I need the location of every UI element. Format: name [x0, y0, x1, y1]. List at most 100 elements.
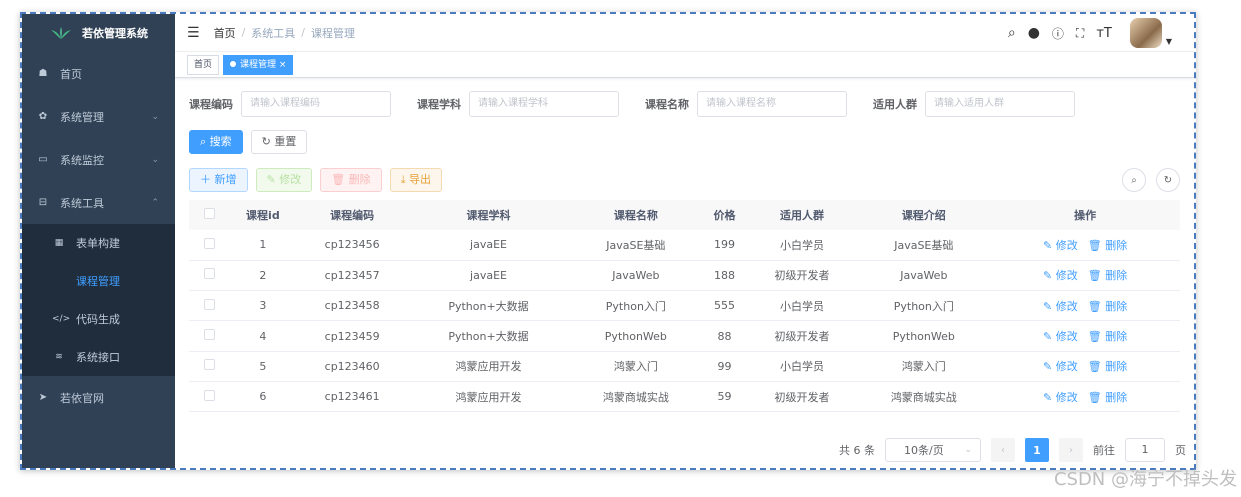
row-edit-button[interactable]: ✎ 修改	[1043, 391, 1078, 404]
add-button[interactable]: ＋ 新增	[189, 168, 248, 192]
chevron-icon: ⌃	[151, 197, 159, 208]
tag-course-management[interactable]: 课程管理 ×	[223, 54, 294, 75]
add-button-label: 新增	[214, 173, 237, 186]
row-actions: ✎ 修改 🗑 删除	[990, 381, 1180, 413]
table-header-row: 课程id 课程编码 课程学科 课程名称 价格 适用人群 课程介绍 操作	[189, 200, 1180, 230]
api-icon: ≋	[55, 352, 63, 362]
caret-down-icon[interactable]: ▼	[1166, 37, 1172, 46]
fullscreen-icon[interactable]: ⛶	[1076, 26, 1084, 41]
table-row: 6 cp123461 鸿蒙应用开发 鸿蒙商城实战 59 初级开发者 鸿蒙商城实战 ✎ 修改 🗑 …	[189, 381, 1180, 413]
close-icon[interactable]: ×	[279, 60, 287, 70]
table-cell: 59	[702, 381, 747, 413]
table-cell: cp123461	[296, 381, 408, 413]
row-delete-button[interactable]: 🗑 删除	[1088, 300, 1127, 313]
github-icon[interactable]: ●	[1028, 25, 1040, 41]
watermark: CSDN @海宁不掉头发	[1053, 469, 1237, 490]
sidebar-item-code-generation[interactable]: </> 代码生成	[22, 300, 175, 338]
table-cell: 5	[229, 351, 297, 382]
row-delete-label: 删除	[1105, 299, 1128, 313]
row-checkbox[interactable]	[203, 359, 215, 371]
sidebar-item-form-builder[interactable]: ▦ 表单构建	[22, 224, 175, 262]
row-edit-button[interactable]: ✎ 修改	[1043, 360, 1078, 373]
course-subject-input[interactable]: 请输入课程学科	[469, 91, 619, 117]
page-suffix: 页	[1175, 444, 1186, 457]
trash-icon: 🗑	[1087, 299, 1106, 313]
course-name-input[interactable]: 请输入课程名称	[697, 91, 847, 117]
row-checkbox[interactable]	[203, 298, 215, 310]
table-cell: 鸿蒙入门	[857, 351, 991, 382]
sidebar-item-home[interactable]: ☗ 首页	[22, 52, 175, 95]
avatar[interactable]	[1129, 18, 1162, 48]
search-icon[interactable]: ⌕	[1008, 25, 1016, 41]
row-checkbox[interactable]	[203, 329, 215, 341]
row-edit-button[interactable]: ✎ 修改	[1043, 239, 1078, 252]
row-delete-button[interactable]: 🗑 删除	[1088, 360, 1127, 373]
row-edit-label: 修改	[1055, 330, 1078, 344]
next-page-button[interactable]: ›	[1059, 438, 1083, 462]
help-icon[interactable]: ⓘ	[1052, 25, 1064, 42]
refresh-icon: ↻	[261, 135, 275, 148]
sidebar-item-label: 首页	[60, 67, 82, 81]
reset-button[interactable]: ↻ 重置	[250, 130, 308, 154]
table-cell: 199	[702, 230, 747, 261]
row-edit-button[interactable]: ✎ 修改	[1043, 330, 1078, 343]
app-window: 若依管理系统 ☗ 首页 ✿ 系统管理 ⌄ ▭ 系统监控 ⌄ ⊟ 系统工具 ⌃ ▦ 表单构建课程管理 </…	[20, 12, 1196, 470]
tag-home[interactable]: 首页	[187, 54, 220, 75]
page-number-current[interactable]: 1	[1025, 438, 1049, 462]
sidebar-item-system-tools[interactable]: ⊟ 系统工具 ⌃	[22, 181, 175, 224]
export-button[interactable]: ⤓ 导出	[389, 168, 443, 192]
trash-icon: 🗑	[1087, 238, 1106, 252]
hamburger-icon[interactable]: ☰	[187, 25, 200, 41]
search-button-label: 搜索	[209, 135, 232, 148]
sidebar-item-system-api[interactable]: ≋ 系统接口	[22, 338, 175, 376]
table-cell: 188	[702, 260, 747, 292]
table-cell: cp123457	[296, 260, 408, 292]
main-area: ☰ 首页 / 系统工具 / 课程管理 ⌕ ● ⓘ ⛶ тT ▼ 首页 课程管理 …	[175, 14, 1194, 468]
delete-button[interactable]: 🗑 删除	[320, 168, 382, 192]
search-button[interactable]: ⌕ 搜索	[189, 130, 243, 154]
sidebar-item-label: 若依官网	[60, 391, 104, 405]
edit-button[interactable]: ✎ 修改	[255, 168, 313, 192]
table-cell: 6	[229, 381, 297, 413]
edit-icon: ✎	[1043, 330, 1056, 344]
select-all-checkbox[interactable]	[203, 208, 215, 219]
course-subject-label: 课程学科	[417, 98, 461, 111]
row-delete-button[interactable]: 🗑 删除	[1088, 239, 1127, 252]
row-delete-button[interactable]: 🗑 删除	[1088, 391, 1127, 404]
target-audience-input[interactable]: 请输入适用人群	[925, 91, 1075, 117]
table-cell: 小白学员	[746, 230, 858, 261]
edit-icon: ✎	[1043, 390, 1056, 404]
sidebar-item-ruoyi-site[interactable]: ➤ 若依官网	[22, 376, 175, 419]
page-size-select[interactable]: 10条/页 ⌄	[885, 438, 981, 462]
goto-page-input[interactable]: 1	[1125, 438, 1165, 462]
row-delete-button[interactable]: 🗑 删除	[1088, 269, 1127, 282]
row-edit-button[interactable]: ✎ 修改	[1043, 300, 1078, 313]
table-cell: cp123459	[296, 320, 408, 352]
logo-icon	[51, 27, 71, 39]
row-checkbox[interactable]	[203, 389, 215, 401]
dashboard-icon: ☗	[38, 68, 48, 79]
refresh-icon[interactable]: ↻	[1156, 168, 1180, 192]
target-audience-label: 适用人群	[873, 98, 917, 111]
toggle-search-icon[interactable]: ⌕	[1122, 168, 1146, 192]
prev-page-button[interactable]: ‹	[991, 438, 1015, 462]
table-row: 1 cp123456 javaEE JavaSE基础 199 小白学员 JavaSE基础 ✎ …	[189, 230, 1180, 261]
logo[interactable]: 若依管理系统	[22, 14, 175, 52]
sidebar-item-course-management[interactable]: 课程管理	[22, 262, 175, 300]
row-checkbox[interactable]	[203, 237, 215, 249]
row-delete-button[interactable]: 🗑 删除	[1088, 330, 1127, 343]
sidebar-item-system-monitor[interactable]: ▭ 系统监控 ⌄	[22, 138, 175, 181]
breadcrumb-home[interactable]: 首页	[214, 25, 236, 41]
sidebar-item-system-management[interactable]: ✿ 系统管理 ⌄	[22, 95, 175, 138]
font-size-icon[interactable]: тT	[1096, 26, 1112, 41]
column-header: 操作	[990, 200, 1180, 230]
edit-icon: ✎	[1043, 238, 1056, 252]
table-cell: 小白学员	[746, 351, 858, 382]
course-code-input[interactable]: 请输入课程编码	[241, 91, 391, 117]
row-checkbox[interactable]	[203, 268, 215, 280]
sidebar-item-label: 课程管理	[76, 275, 120, 288]
chevron-icon: ⌄	[151, 111, 159, 122]
edit-icon: ✎	[1043, 299, 1056, 313]
row-edit-button[interactable]: ✎ 修改	[1043, 269, 1078, 282]
sidebar-item-label: 代码生成	[76, 313, 120, 326]
